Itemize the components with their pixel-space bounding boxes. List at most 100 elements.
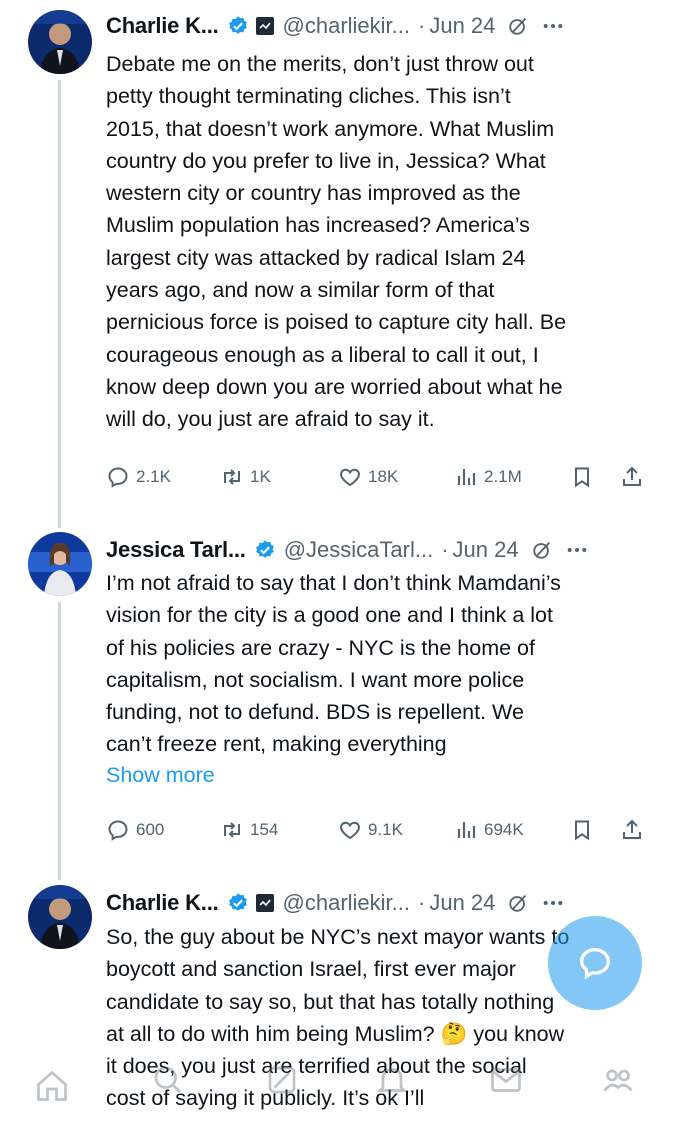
home-icon — [37, 1070, 67, 1101]
tweet-header: Charlie K... @charliekir... · Jun 24 — [106, 883, 651, 923]
views-icon — [457, 822, 476, 838]
like-button[interactable]: 18K — [338, 462, 398, 492]
more-icon[interactable] — [541, 15, 565, 37]
author-handle[interactable]: @JessicaTarl... — [284, 537, 433, 563]
like-count: 18K — [368, 467, 399, 486]
views-icon — [457, 469, 476, 485]
tweet-actions: 2.1K 1K 18K 2.1M — [106, 462, 651, 492]
tweet-text-line: Muslim population has increased? America… — [106, 213, 530, 238]
grok-icon[interactable] — [531, 539, 553, 561]
thread-line — [58, 80, 61, 528]
bookmark-button[interactable] — [570, 462, 594, 492]
avatar[interactable] — [28, 885, 92, 949]
share-button[interactable] — [620, 462, 644, 492]
tweet-text-line: Debate me on the merits, don’t just thro… — [106, 52, 534, 76]
compose-icon — [579, 947, 611, 980]
repost-count: 1K — [250, 467, 271, 486]
tweet-header: Jessica Tarl... @JessicaTarl... · Jun 24 — [106, 530, 651, 570]
nav-search[interactable] — [150, 1062, 186, 1098]
repost-icon — [224, 469, 240, 485]
author-handle[interactable]: @charliekir... — [283, 890, 410, 916]
nav-notifications[interactable] — [374, 1062, 410, 1098]
verified-badge-icon — [228, 16, 247, 34]
verified-badge-icon — [255, 540, 274, 558]
nav-grok[interactable] — [264, 1062, 300, 1098]
repost-count: 154 — [250, 820, 279, 839]
more-icon[interactable] — [565, 539, 589, 561]
thread-line — [58, 602, 61, 880]
tweet-text-line: can’t freeze rent, making everything — [106, 732, 447, 757]
tweet-text-line: pernicious force is poised to capture ci… — [106, 310, 567, 335]
more-icon[interactable] — [541, 892, 565, 914]
tweet-date[interactable]: Jun 24 — [453, 537, 519, 563]
show-more-link[interactable]: Show more — [106, 763, 215, 788]
tweet-text-line: know deep down you are worried about wha… — [106, 374, 563, 399]
bookmark-icon — [575, 467, 589, 488]
reply-button[interactable]: 2.1K — [106, 462, 171, 492]
tweet-text-line: at all to do with him being Muslim? 🤔 yo… — [106, 1021, 565, 1046]
share-button[interactable] — [620, 815, 644, 845]
like-button[interactable]: 9.1K — [338, 815, 403, 845]
grok-icon[interactable] — [507, 892, 529, 914]
tweet-header: Charlie K... @charliekir... · Jun 24 — [106, 6, 651, 46]
separator-dot: · — [418, 890, 426, 915]
tweet-actions: 600 154 9.1K 694K — [106, 815, 651, 845]
tweet-text-line: western city or country has improved as … — [106, 181, 521, 206]
tweet-text-line: country do you prefer to live in, Jessic… — [106, 148, 546, 173]
nav-communities[interactable] — [600, 1062, 636, 1098]
tweet-date[interactable]: Jun 24 — [429, 890, 495, 916]
avatar[interactable] — [28, 532, 92, 596]
author-handle[interactable]: @charliekir... — [283, 13, 410, 39]
bookmark-icon — [575, 820, 589, 841]
bookmark-button[interactable] — [570, 815, 594, 845]
view-count: 694K — [484, 820, 524, 839]
reply-icon — [108, 820, 128, 841]
reply-count: 2.1K — [136, 467, 171, 486]
separator-dot: · — [418, 13, 426, 38]
tweet-text-line: of his policies are crazy - NYC is the h… — [106, 635, 535, 660]
tweet-text-line: will do, you just are afraid to say it. — [106, 407, 435, 432]
nav-messages[interactable] — [488, 1062, 524, 1098]
tweet-text-line: courageous enough as a liberal to call i… — [106, 342, 539, 367]
reply-button[interactable]: 600 — [106, 815, 164, 845]
messages-icon — [491, 1068, 521, 1092]
avatar[interactable] — [28, 10, 92, 74]
views-button[interactable]: 694K — [454, 815, 524, 845]
reply-icon — [108, 467, 128, 488]
compose-button[interactable] — [548, 916, 642, 1010]
affiliate-badge-icon — [255, 17, 274, 35]
heart-icon — [340, 821, 360, 840]
notifications-icon — [376, 1068, 408, 1092]
reply-count: 600 — [136, 820, 165, 839]
tweet-text: I’m not afraid to say that I don’t think… — [106, 567, 651, 761]
share-icon — [623, 819, 641, 839]
author-name[interactable]: Charlie K... — [106, 890, 219, 916]
tweet-text-line: I’m not afraid to say that I don’t think… — [106, 571, 561, 595]
tweet-text-line: 2015, that doesn’t work anymore. What Mu… — [106, 116, 555, 141]
search-icon — [154, 1066, 181, 1093]
heart-icon — [340, 468, 360, 487]
bottom-nav — [0, 1050, 675, 1128]
tweet-text-line: funding, not to defund. BDS is repellent… — [106, 700, 524, 725]
grok-icon — [268, 1066, 296, 1094]
like-count: 9.1K — [368, 820, 403, 839]
repost-button[interactable]: 1K — [220, 462, 271, 492]
view-count: 2.1M — [484, 467, 522, 486]
tweet-text: Debate me on the merits, don’t just thro… — [106, 48, 651, 436]
views-button[interactable]: 2.1M — [454, 462, 522, 492]
verified-badge-icon — [228, 893, 247, 911]
repost-icon — [224, 822, 240, 838]
tweet-date[interactable]: Jun 24 — [429, 13, 495, 39]
nav-home[interactable] — [34, 1068, 70, 1104]
tweet-text-line: petty thought terminating cliches. This … — [106, 84, 511, 109]
repost-button[interactable]: 154 — [220, 815, 278, 845]
communities-icon — [603, 1069, 633, 1092]
tweet-text-line: largest city was attacked by radical Isl… — [106, 245, 526, 270]
separator-dot: · — [441, 537, 449, 562]
share-icon — [623, 466, 641, 486]
grok-icon[interactable] — [507, 15, 529, 37]
tweet-text-line: years ago, and now a similar form of tha… — [106, 278, 495, 303]
tweet-text-line: vision for the city is a good one and I … — [106, 603, 553, 628]
author-name[interactable]: Charlie K... — [106, 13, 219, 39]
author-name[interactable]: Jessica Tarl... — [106, 537, 246, 563]
